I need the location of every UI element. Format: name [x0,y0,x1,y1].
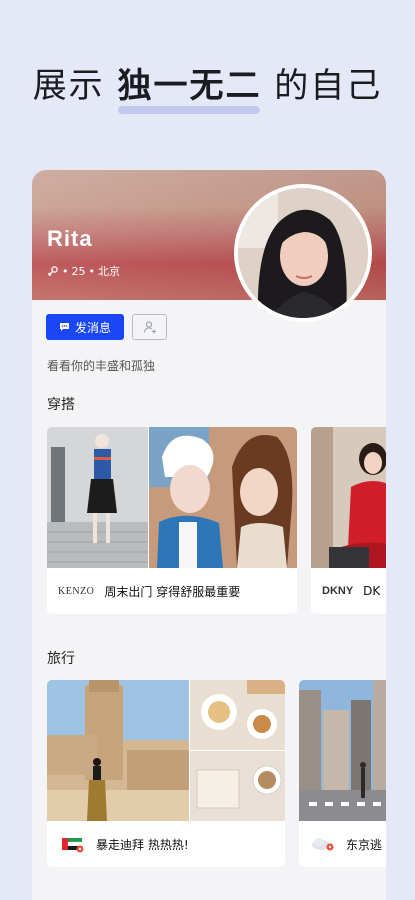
outfit-post-photo [47,427,297,568]
profile-bio: 看看你的丰盛和孤独 [47,359,156,373]
outfit-post-photo [311,427,386,568]
brand-logo: KENZO [58,585,95,597]
gender-icon [48,266,58,276]
send-message-button[interactable]: 发消息 [46,314,124,340]
section-title-outfit: 穿搭 [47,397,75,413]
profile-card: Rita • 25 • 北京 发消息 看看你的丰盛和孤独 穿搭 KENZO 周末… [32,170,386,900]
meta-separator: • [62,264,69,278]
outfit-post-card[interactable]: DKNY DK [311,427,386,614]
cloud-pin-icon [312,838,334,851]
travel-post-caption: 暴走迪拜 热热热! [96,837,189,852]
outfit-post-card[interactable]: KENZO 周末出门 穿得舒服最重要 [47,427,297,614]
travel-post-card[interactable]: 东京逃 [299,680,386,867]
profile-meta: • 25 • 北京 [47,263,120,279]
promo-headline: 展示 独一无二 的自己 [0,58,415,114]
avatar[interactable] [234,184,372,322]
travel-post-photo [299,680,386,821]
headline-before: 展示 [32,66,118,106]
chat-bubble-icon [59,323,69,331]
headline-after: 的自己 [261,66,383,106]
uae-flag-pin-icon [62,838,84,853]
outfit-post-caption: 周末出门 穿得舒服最重要 [104,584,241,599]
follow-button[interactable] [132,314,167,340]
travel-post-card[interactable]: 暴走迪拜 热热热! [47,680,285,867]
outfit-post-caption: DK [363,584,381,598]
brand-logo: DKNY [322,585,354,597]
section-title-travel: 旅行 [47,651,75,667]
meta-separator: • [88,264,96,278]
profile-city: 北京 [98,265,120,278]
profile-age: 25 [71,264,86,278]
avatar-photo [238,188,368,318]
outfit-post-caption-bar: KENZO 周末出门 穿得舒服最重要 [47,568,297,614]
travel-post-photo [47,680,285,821]
headline-underline [118,106,260,114]
travel-post-caption-bar: 东京逃 [299,821,386,867]
send-message-label: 发消息 [74,320,111,335]
profile-name: Rita [47,226,93,251]
outfit-post-caption-bar: DKNY DK [311,568,386,614]
add-friend-icon [143,321,156,334]
headline-emphasis: 独一无二 [117,66,262,106]
travel-post-caption-bar: 暴走迪拜 热热热! [47,821,285,867]
travel-post-caption: 东京逃 [346,837,383,852]
